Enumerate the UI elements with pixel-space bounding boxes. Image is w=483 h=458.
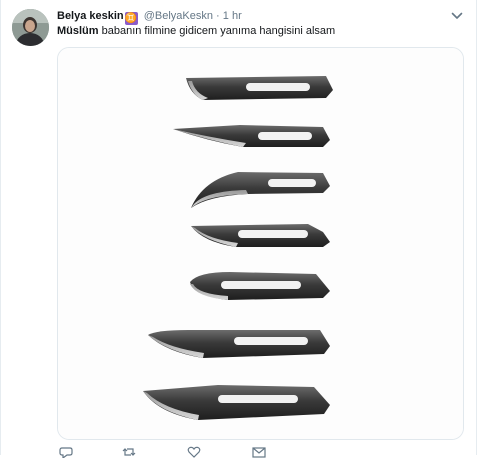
timeline-right-border bbox=[476, 0, 477, 455]
heart-icon[interactable] bbox=[187, 446, 201, 458]
tweet-text: Müslüm babanın filmine gidicem yanıma ha… bbox=[57, 24, 335, 38]
user-handle[interactable]: @BelyaKeskn bbox=[144, 10, 213, 22]
tweet-header: Belya keskin♊ @BelyaKeskn · 1 hr bbox=[57, 9, 242, 25]
avatar-image bbox=[12, 9, 49, 46]
media-card[interactable] bbox=[57, 47, 464, 440]
blade-1 bbox=[186, 76, 333, 100]
mention-name: Müslüm bbox=[57, 25, 99, 37]
envelope-icon[interactable] bbox=[252, 446, 266, 458]
tweet[interactable]: Belya keskin♊ @BelyaKeskn · 1 hr Müslüm … bbox=[0, 0, 476, 458]
blade-5 bbox=[190, 272, 330, 300]
display-name[interactable]: Belya keskin bbox=[57, 10, 124, 22]
scalpel-blades-photo bbox=[58, 48, 463, 439]
separator-dot: · bbox=[216, 10, 220, 22]
tweet-actions bbox=[57, 446, 297, 458]
tweet-body: babanın filmine gidicem yanıma hangisini… bbox=[98, 25, 336, 37]
retweet-icon[interactable] bbox=[122, 446, 136, 458]
timestamp[interactable]: 1 hr bbox=[223, 10, 242, 22]
avatar[interactable] bbox=[12, 9, 49, 46]
reply-icon[interactable] bbox=[59, 446, 73, 458]
chevron-down-icon[interactable] bbox=[451, 11, 463, 21]
